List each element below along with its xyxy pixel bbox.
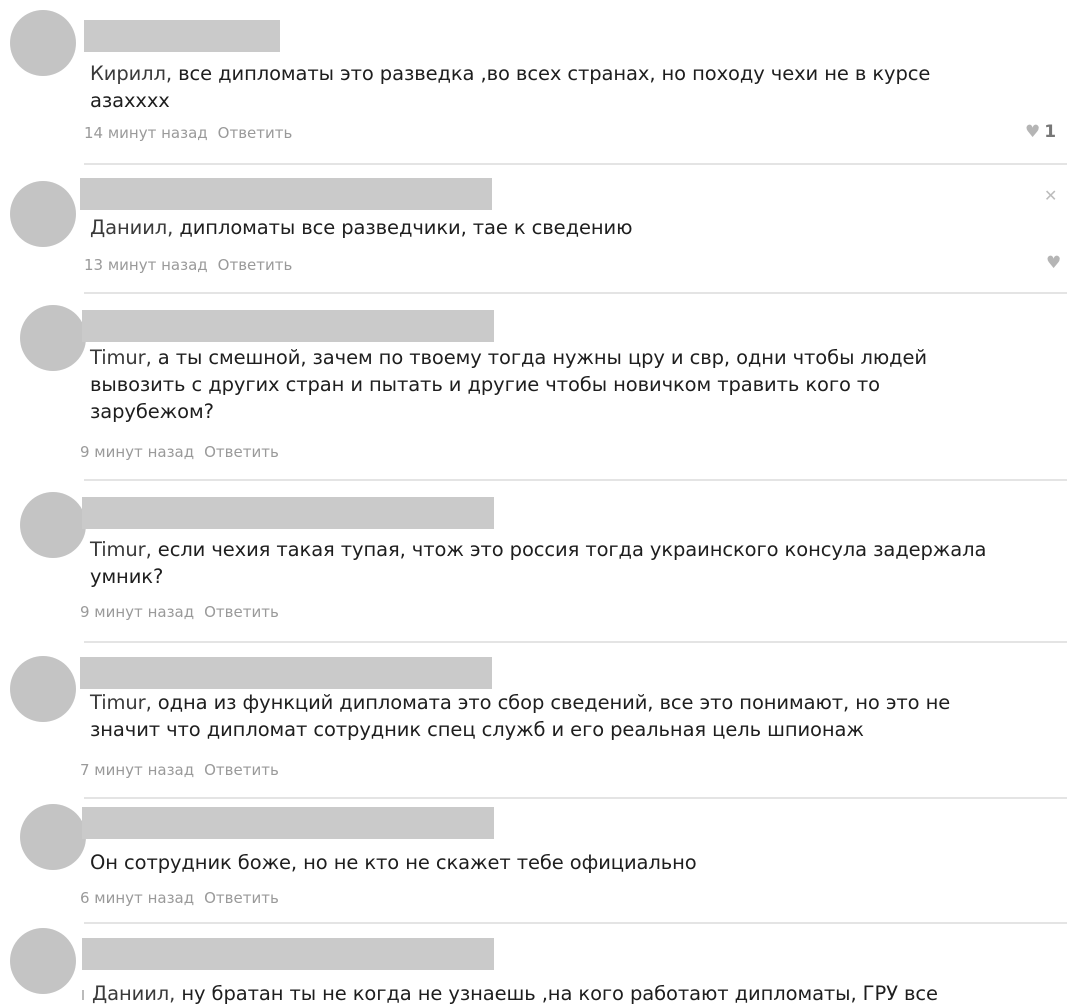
author-name-redacted xyxy=(82,497,494,529)
comment-meta: 6 минут назад Ответить xyxy=(80,888,279,908)
author-name-redacted xyxy=(82,938,494,970)
reply-link[interactable]: Ответить xyxy=(204,603,279,621)
comment-text: Timur, одна из функций дипломата это сбо… xyxy=(90,689,1050,743)
reply-to-author[interactable]: Кирилл, xyxy=(90,62,172,85)
comment-text: Timur, если чехия такая тупая, чтож это … xyxy=(90,536,1060,590)
close-icon[interactable]: ✕ xyxy=(1044,186,1057,205)
comment-meta: 14 минут назад Ответить xyxy=(84,123,292,143)
comment-text: Даниил, ну братан ты не когда не узнаешь… xyxy=(92,980,1052,1005)
divider xyxy=(84,163,1067,165)
heart-icon: ♥ xyxy=(1025,122,1041,142)
comment-meta: 7 минут назад Ответить xyxy=(80,760,279,780)
comment-text: Кирилл, все дипломаты это разведка ,во в… xyxy=(90,60,1050,114)
timestamp: 6 минут назад xyxy=(80,889,195,907)
timestamp: 9 минут назад xyxy=(80,603,195,621)
reply-link[interactable]: Ответить xyxy=(204,761,279,779)
avatar[interactable] xyxy=(20,305,86,371)
like-button[interactable]: ♥ 1 xyxy=(1025,122,1056,142)
comment-meta: 9 минут назад Ответить xyxy=(80,602,279,622)
timestamp: 14 минут назад xyxy=(84,124,208,142)
divider xyxy=(84,797,1067,799)
reply-to-author[interactable]: Timur, xyxy=(90,691,152,714)
reply-link[interactable]: Ответить xyxy=(218,256,293,274)
like-count: 1 xyxy=(1044,122,1057,142)
comment-body: если чехия такая тупая, чтож это россия … xyxy=(90,538,987,588)
avatar[interactable] xyxy=(10,656,76,722)
divider xyxy=(84,922,1067,924)
avatar[interactable] xyxy=(20,804,86,870)
avatar[interactable] xyxy=(20,492,86,558)
author-name-redacted xyxy=(80,657,492,689)
comment-text: Timur, а ты смешной, зачем по твоему тог… xyxy=(90,344,1050,425)
avatar[interactable] xyxy=(10,10,76,76)
reply-to-author[interactable]: Timur, xyxy=(90,346,152,369)
avatar[interactable] xyxy=(10,928,76,994)
like-button[interactable]: ♥ xyxy=(1046,253,1061,273)
comment-body: одна из функций дипломата это сбор сведе… xyxy=(90,691,951,741)
comment-text: Он сотрудник боже, но не кто не скажет т… xyxy=(90,849,1050,876)
thread-marker xyxy=(82,990,84,1000)
divider xyxy=(84,292,1067,294)
author-name-redacted xyxy=(84,20,280,52)
comment-meta: 13 минут назад Ответить xyxy=(84,255,292,275)
divider xyxy=(84,641,1067,643)
comment-body: а ты смешной, зачем по твоему тогда нужн… xyxy=(90,346,927,423)
timestamp: 13 минут назад xyxy=(84,256,208,274)
reply-to-author[interactable]: Даниил, xyxy=(90,216,173,239)
timestamp: 9 минут назад xyxy=(80,443,195,461)
reply-link[interactable]: Ответить xyxy=(204,889,279,907)
comment-body: Он сотрудник боже, но не кто не скажет т… xyxy=(90,851,697,874)
reply-to-author[interactable]: Даниил, xyxy=(92,982,175,1005)
comment-text: Даниил, дипломаты все разведчики, тае к … xyxy=(90,214,1050,241)
author-name-redacted xyxy=(82,807,494,839)
comment-body: все дипломаты это разведка ,во всех стра… xyxy=(90,62,931,112)
comment-body: дипломаты все разведчики, тае к сведению xyxy=(173,216,633,239)
author-name-redacted xyxy=(82,310,494,342)
reply-link[interactable]: Ответить xyxy=(204,443,279,461)
timestamp: 7 минут назад xyxy=(80,761,195,779)
comment-body: ну братан ты не когда не узнаешь ,на ког… xyxy=(175,982,938,1005)
avatar[interactable] xyxy=(10,181,76,247)
reply-to-author[interactable]: Timur, xyxy=(90,538,152,561)
heart-icon: ♥ xyxy=(1046,253,1062,273)
reply-link[interactable]: Ответить xyxy=(218,124,293,142)
comment-meta: 9 минут назад Ответить xyxy=(80,442,279,462)
divider xyxy=(84,479,1067,481)
author-name-redacted xyxy=(80,178,492,210)
